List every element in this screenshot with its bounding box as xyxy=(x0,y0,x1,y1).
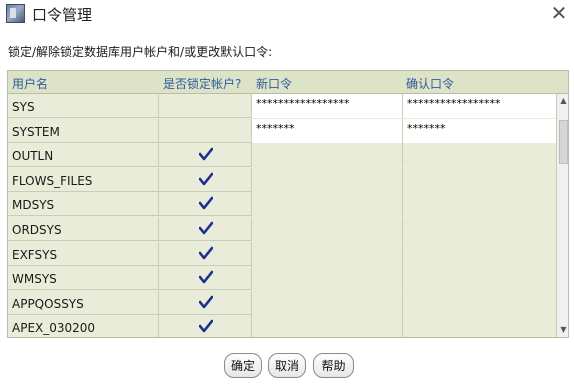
header-confirm-password: 确认口令 xyxy=(406,77,455,91)
confirm-password-field[interactable] xyxy=(403,241,556,266)
checkmark-icon xyxy=(199,221,213,235)
checkmark-icon xyxy=(199,320,213,333)
confirm-password-field[interactable] xyxy=(403,315,556,337)
title-bar: 口令管理 ✕ xyxy=(0,0,574,27)
lock-account-checkbox[interactable] xyxy=(159,143,252,168)
lock-account-checkbox[interactable] xyxy=(159,94,252,118)
new-password-field[interactable] xyxy=(252,315,403,337)
lock-account-checkbox[interactable] xyxy=(159,167,252,192)
instruction-text: 锁定/解除锁定数据库用户帐户和/或更改默认口令: xyxy=(8,45,273,59)
table-row[interactable]: ORDSYS xyxy=(8,217,556,241)
app-icon xyxy=(6,4,25,23)
table-row[interactable]: SYS ***************** ***************** xyxy=(8,94,556,118)
new-password-field[interactable] xyxy=(252,217,403,241)
scroll-thumb[interactable] xyxy=(559,120,568,164)
username-cell: WMSYS xyxy=(8,266,159,291)
table-row[interactable]: OUTLN xyxy=(8,143,556,168)
ok-button[interactable]: 确定 xyxy=(224,353,262,378)
new-password-field[interactable]: ***************** xyxy=(252,94,403,118)
scroll-down-icon[interactable]: ▼ xyxy=(558,324,568,336)
table-row[interactable]: APEX_030200 xyxy=(8,315,556,337)
lock-account-checkbox[interactable] xyxy=(159,217,252,241)
username-cell: EXFSYS xyxy=(8,241,159,266)
table-row[interactable]: FLOWS_FILES xyxy=(8,167,556,192)
password-grid: 用户名 是否锁定帐户? 新口令 确认口令 SYS ****************… xyxy=(7,70,569,338)
confirm-password-field[interactable]: ***************** xyxy=(403,94,556,118)
table-row[interactable]: APPQOSSYS xyxy=(8,290,556,315)
confirm-password-field[interactable] xyxy=(403,192,556,217)
confirm-password-field[interactable] xyxy=(403,143,556,168)
checkmark-icon xyxy=(199,197,213,210)
new-password-field[interactable] xyxy=(252,143,403,168)
lock-account-checkbox[interactable] xyxy=(159,266,252,291)
new-password-field[interactable] xyxy=(252,266,403,291)
lock-account-checkbox[interactable] xyxy=(159,290,252,315)
new-password-field[interactable] xyxy=(252,241,403,266)
username-cell: ORDSYS xyxy=(8,217,159,241)
table-row[interactable]: MDSYS xyxy=(8,192,556,217)
username-cell: FLOWS_FILES xyxy=(8,167,159,192)
checkmark-icon xyxy=(199,246,213,259)
confirm-password-field[interactable] xyxy=(403,266,556,291)
checkmark-icon xyxy=(199,147,213,161)
new-password-field[interactable]: ******* xyxy=(252,118,403,143)
cancel-button[interactable]: 取消 xyxy=(268,353,306,378)
checkmark-icon xyxy=(199,270,213,284)
table-row[interactable]: SYSTEM ******* ******* xyxy=(8,118,556,143)
lock-account-checkbox[interactable] xyxy=(159,118,252,143)
header-username: 用户名 xyxy=(12,77,49,91)
lock-account-checkbox[interactable] xyxy=(159,241,252,266)
lock-account-checkbox[interactable] xyxy=(159,315,252,337)
confirm-password-field[interactable]: ******* xyxy=(403,118,556,143)
header-new-password: 新口令 xyxy=(256,77,293,91)
checkmark-icon xyxy=(199,172,213,186)
confirm-password-field[interactable] xyxy=(403,167,556,192)
help-button[interactable]: 帮助 xyxy=(313,353,354,378)
grid-header: 用户名 是否锁定帐户? 新口令 确认口令 xyxy=(8,71,568,94)
new-password-field[interactable] xyxy=(252,192,403,217)
confirm-password-field[interactable] xyxy=(403,290,556,315)
new-password-field[interactable] xyxy=(252,167,403,192)
close-icon[interactable]: ✕ xyxy=(548,2,570,24)
checkmark-icon xyxy=(199,295,213,309)
username-cell: SYS xyxy=(8,94,159,118)
table-row[interactable]: EXFSYS xyxy=(8,241,556,266)
confirm-password-field[interactable] xyxy=(403,217,556,241)
scroll-up-icon[interactable]: ▲ xyxy=(558,95,568,107)
username-cell: APEX_030200 xyxy=(8,315,159,337)
username-cell: OUTLN xyxy=(8,143,159,168)
window-title: 口令管理 xyxy=(32,6,93,24)
username-cell: SYSTEM xyxy=(8,118,159,143)
header-lock-account: 是否锁定帐户? xyxy=(163,77,242,91)
table-row[interactable]: WMSYS xyxy=(8,266,556,291)
new-password-field[interactable] xyxy=(252,290,403,315)
lock-account-checkbox[interactable] xyxy=(159,192,252,217)
vertical-scrollbar[interactable]: ▲ ▼ xyxy=(556,94,568,337)
username-cell: APPQOSSYS xyxy=(8,290,159,315)
username-cell: MDSYS xyxy=(8,192,159,217)
